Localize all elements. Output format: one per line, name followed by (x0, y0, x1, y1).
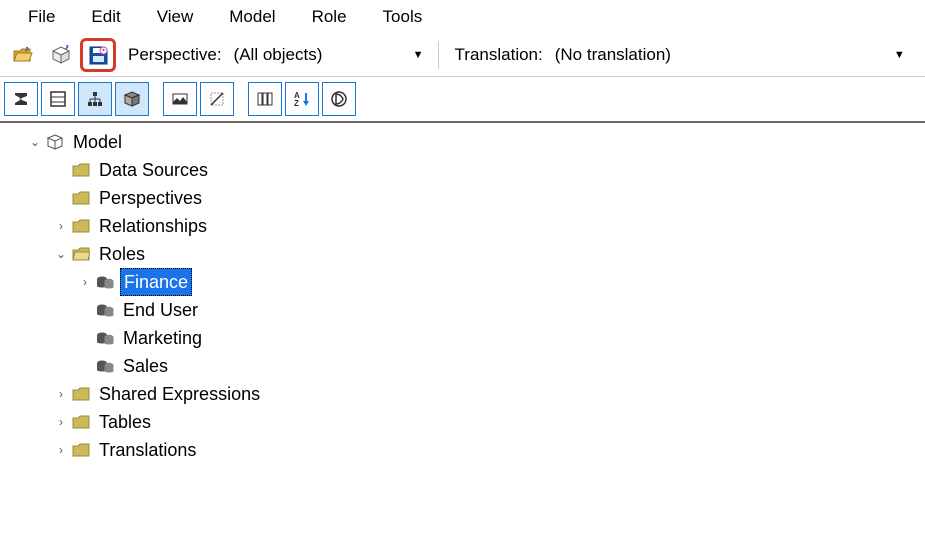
target-button[interactable] (322, 82, 356, 116)
cube-button[interactable] (46, 40, 76, 70)
hierarchy-icon (86, 90, 104, 108)
expander-closed-icon[interactable]: › (52, 437, 70, 463)
tree-label: Sales (120, 353, 171, 379)
image-button[interactable] (163, 82, 197, 116)
sort-az-icon: A Z (293, 90, 311, 108)
folder-open-icon (70, 244, 92, 264)
package-icon (123, 90, 141, 108)
perspective-value: (All objects) (234, 45, 323, 65)
table-button[interactable] (41, 82, 75, 116)
role-icon (94, 300, 116, 320)
tree-label: End User (120, 297, 201, 323)
folder-icon (70, 216, 92, 236)
folder-icon (70, 412, 92, 432)
toolbar-separator (438, 41, 439, 69)
tree-node-roles[interactable]: ⌄ Roles (2, 241, 923, 267)
tree-node-role-finance[interactable]: › Finance (2, 269, 923, 295)
tree-label: Shared Expressions (96, 381, 263, 407)
toolbar-primary: Perspective: (All objects) ▼ Translation… (0, 34, 925, 77)
columns-button[interactable] (248, 82, 282, 116)
perspective-combo[interactable]: (All objects) ▼ (226, 41, 432, 69)
role-icon (94, 328, 116, 348)
tree-node-tables[interactable]: › Tables (2, 409, 923, 435)
columns-icon (256, 90, 274, 108)
role-icon (94, 356, 116, 376)
tree-label: Data Sources (96, 157, 211, 183)
tree-node-translations[interactable]: › Translations (2, 437, 923, 463)
menu-bar: File Edit View Model Role Tools (0, 0, 925, 34)
tree-node-relationships[interactable]: › Relationships (2, 213, 923, 239)
translation-label: Translation: (455, 45, 543, 65)
perspective-label: Perspective: (128, 45, 222, 65)
sigma-button[interactable] (4, 82, 38, 116)
tree-node-role-marketing[interactable]: › Marketing (2, 325, 923, 351)
hierarchy-button[interactable] (78, 82, 112, 116)
expander-closed-icon[interactable]: › (76, 269, 94, 295)
table-icon (49, 90, 67, 108)
save-icon (88, 45, 108, 65)
menu-role[interactable]: Role (294, 5, 365, 29)
svg-text:Z: Z (294, 99, 299, 108)
sort-button[interactable]: A Z (285, 82, 319, 116)
role-icon (94, 272, 116, 292)
expander-open-icon[interactable]: ⌄ (52, 241, 70, 267)
menu-model[interactable]: Model (211, 5, 293, 29)
tree-node-shared-expressions[interactable]: › Shared Expressions (2, 381, 923, 407)
tree-node-perspectives[interactable]: › Perspectives (2, 185, 923, 211)
folder-icon (70, 440, 92, 460)
translation-combo[interactable]: (No translation) ▼ (547, 41, 913, 69)
menu-file[interactable]: File (10, 5, 73, 29)
tree-label: Translations (96, 437, 199, 463)
save-button[interactable] (80, 38, 116, 72)
tree-label: Model (70, 129, 125, 155)
tree-label: Tables (96, 409, 154, 435)
folder-icon (70, 384, 92, 404)
sigma-icon (12, 90, 30, 108)
tree-node-role-end-user[interactable]: › End User (2, 297, 923, 323)
expander-closed-icon[interactable]: › (52, 409, 70, 435)
tree-label: Perspectives (96, 185, 205, 211)
crop-icon (208, 90, 226, 108)
open-folder-button[interactable] (8, 40, 38, 70)
folder-icon (70, 160, 92, 180)
expander-closed-icon[interactable]: › (52, 381, 70, 407)
tree-label: Marketing (120, 325, 205, 351)
chevron-down-icon: ▼ (413, 49, 424, 61)
menu-view[interactable]: View (139, 5, 212, 29)
tree-label: Relationships (96, 213, 210, 239)
tree-node-model[interactable]: ⌄ Model (2, 129, 923, 155)
chevron-down-icon: ▼ (894, 49, 905, 61)
open-folder-icon (13, 47, 33, 63)
expander-closed-icon[interactable]: › (52, 213, 70, 239)
model-tree[interactable]: ⌄ Model › Data Sources › Perspectives › … (0, 123, 925, 471)
package-button[interactable] (115, 82, 149, 116)
image-icon (171, 90, 189, 108)
menu-tools[interactable]: Tools (365, 5, 441, 29)
menu-edit[interactable]: Edit (73, 5, 138, 29)
expander-open-icon[interactable]: ⌄ (26, 129, 44, 155)
target-icon (330, 90, 348, 108)
toolbar-secondary: A Z (0, 77, 925, 123)
tree-node-data-sources[interactable]: › Data Sources (2, 157, 923, 183)
tree-label-selected: Finance (120, 268, 192, 296)
cube-icon (51, 45, 71, 65)
tree-node-role-sales[interactable]: › Sales (2, 353, 923, 379)
translation-value: (No translation) (555, 45, 671, 65)
crop-button[interactable] (200, 82, 234, 116)
tree-label: Roles (96, 241, 148, 267)
folder-icon (70, 188, 92, 208)
cube-outline-icon (44, 132, 66, 152)
